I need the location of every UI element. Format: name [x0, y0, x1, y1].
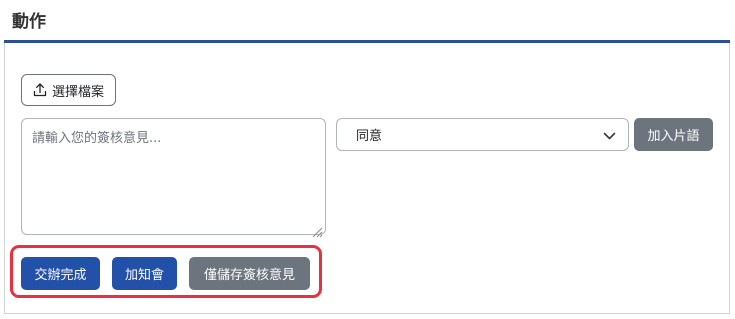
save-comment-only-button[interactable]: 僅儲存簽核意見 — [189, 257, 310, 290]
upload-icon — [33, 83, 47, 97]
add-notify-button[interactable]: 加知會 — [112, 257, 177, 290]
phrase-select-value: 同意 — [356, 129, 383, 144]
phrase-select[interactable]: 同意 — [336, 118, 629, 151]
comment-textarea[interactable] — [21, 118, 326, 235]
chevron-down-icon — [603, 130, 616, 145]
section-title: 動作 — [12, 12, 46, 32]
add-phrase-button[interactable]: 加入片語 — [634, 118, 713, 151]
section-header: 動作 — [0, 0, 735, 43]
resize-handle-icon[interactable] — [311, 222, 323, 238]
complete-button[interactable]: 交辦完成 — [21, 257, 100, 290]
choose-file-label: 選擇檔案 — [51, 84, 104, 100]
choose-file-button[interactable]: 選擇檔案 — [21, 74, 116, 106]
